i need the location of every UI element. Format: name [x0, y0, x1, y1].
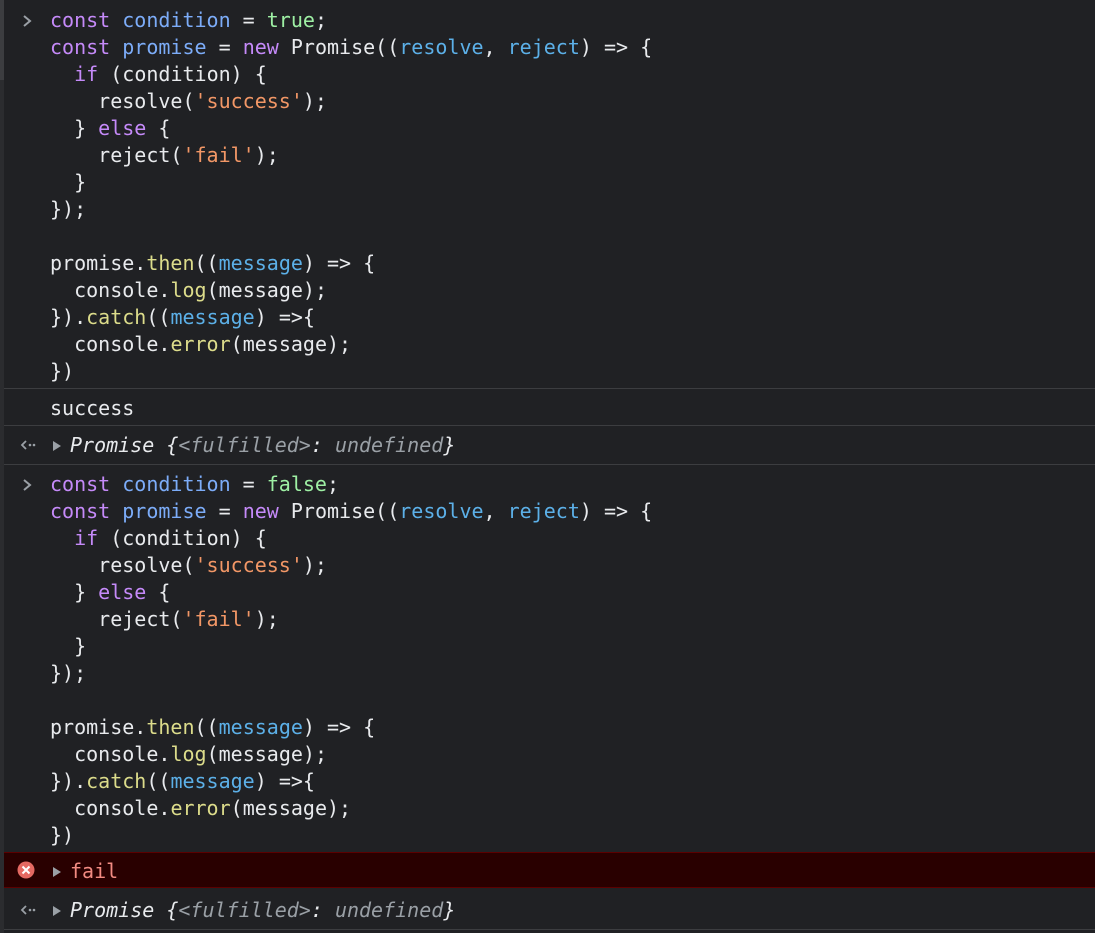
separator [4, 464, 1095, 465]
result-entry[interactable]: Promise {<fulfilled>: undefined} [4, 891, 1095, 929]
promise-result: Promise {<fulfilled>: undefined} [70, 433, 456, 457]
console-input-entry[interactable]: const condition = true; const promise = … [4, 7, 1095, 385]
return-arrow-icon [20, 891, 36, 929]
promise-result: Promise {<fulfilled>: undefined} [70, 898, 456, 922]
separator [4, 388, 1095, 389]
expand-triangle-icon[interactable] [52, 853, 64, 889]
expand-triangle-icon[interactable] [52, 426, 64, 464]
error-text: fail [70, 859, 119, 883]
console-input-entry[interactable]: const condition = false; const promise =… [4, 471, 1095, 849]
prompt-chevron-icon [22, 7, 34, 34]
log-text: success [50, 396, 135, 420]
log-message[interactable]: success [4, 390, 1095, 426]
expand-triangle-icon[interactable] [52, 891, 64, 929]
devtools-console: const condition = true; const promise = … [0, 0, 1095, 933]
separator [4, 929, 1095, 930]
result-entry[interactable]: Promise {<fulfilled>: undefined} [4, 426, 1095, 464]
code-block: const condition = true; const promise = … [50, 8, 653, 383]
error-icon [17, 861, 35, 879]
return-arrow-icon [20, 426, 36, 464]
code-block: const condition = false; const promise =… [50, 472, 653, 847]
prompt-chevron-icon [22, 471, 34, 498]
error-message[interactable]: fail [4, 852, 1095, 888]
